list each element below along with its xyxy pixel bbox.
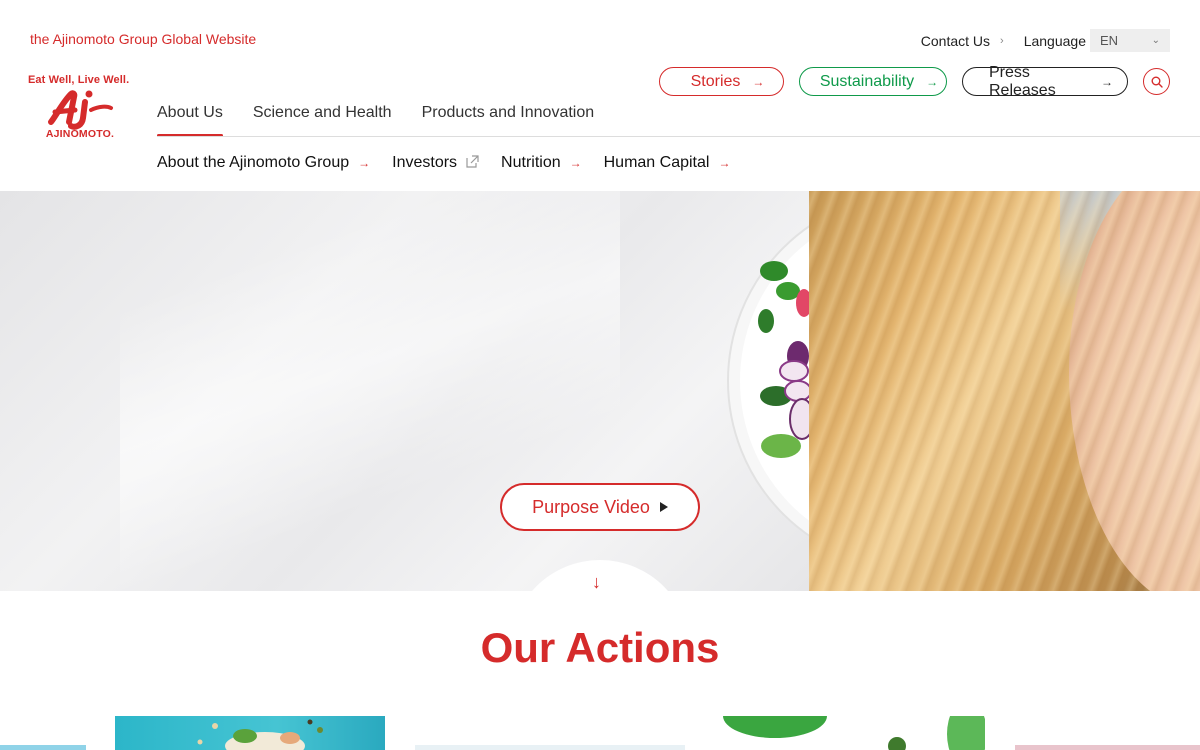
subnav-label: About the Ajinomoto Group [157, 154, 350, 171]
play-icon [659, 502, 668, 512]
site-header: the Ajinomoto Group Global Website Conta… [0, 0, 1200, 190]
subnav-item-investors[interactable]: Investors [392, 154, 479, 172]
greens-image [723, 716, 985, 750]
logo-brand: AJINOMOTO. [45, 128, 115, 140]
actions-carousel [0, 716, 1200, 750]
stories-label: Stories [690, 72, 741, 90]
sustainability-label: Sustainability [819, 72, 915, 90]
search-button[interactable] [1143, 68, 1170, 95]
hair-texture [809, 191, 1200, 591]
subnav-label: Nutrition [501, 154, 561, 171]
action-card[interactable] [115, 716, 385, 750]
action-card[interactable] [415, 745, 685, 750]
subnav-item-nutrition[interactable]: Nutrition → [501, 154, 582, 172]
press-releases-label: Press Releases [989, 63, 1056, 99]
arrow-right-icon: → [752, 74, 765, 89]
sustainability-button[interactable]: Sustainability → [799, 67, 947, 96]
arrow-right-icon: → [358, 156, 371, 170]
external-link-icon [466, 155, 479, 171]
marble-streak [120, 191, 620, 591]
stories-button[interactable]: Stories → [659, 67, 784, 96]
contact-us-label: Contact Us [920, 32, 991, 49]
purpose-video-label: Purpose Video [532, 496, 650, 517]
arrow-right-icon: → [926, 74, 939, 89]
nav-divider [157, 136, 1200, 137]
aj-logo-mark-icon [48, 90, 113, 130]
ajinomoto-logo[interactable]: Eat Well, Live Well. AJINOMOTO. [28, 74, 132, 150]
utility-nav: Contact Us › Language EN ⌄ [921, 29, 1170, 52]
main-nav: About Us Science and Health Products and… [157, 104, 594, 137]
nav-item-science-and-health[interactable]: Science and Health [253, 104, 392, 137]
subnav-item-human-capital[interactable]: Human Capital → [604, 154, 731, 172]
language-value: EN [1100, 33, 1119, 48]
nav-item-products-and-innovation[interactable]: Products and Innovation [422, 104, 595, 137]
arrow-down-icon[interactable]: ↓ [592, 572, 601, 593]
chevron-down-icon: ⌄ [1151, 35, 1160, 46]
hero-banner: Purpose Video [0, 191, 1200, 591]
subnav-label: Investors [392, 154, 458, 171]
action-card[interactable] [715, 716, 985, 750]
hero-portrait-image [809, 191, 1200, 591]
subnav-label: Human Capital [603, 154, 710, 171]
search-icon [1151, 76, 1163, 88]
language-select[interactable]: EN ⌄ [1090, 29, 1170, 52]
contact-us-link[interactable]: Contact Us › [921, 33, 1004, 49]
press-releases-button[interactable]: Press Releases → [962, 64, 1128, 99]
sub-nav: About the Ajinomoto Group → Investors Nu… [157, 154, 730, 172]
action-card[interactable] [0, 745, 86, 750]
logo-tagline: Eat Well, Live Well. [28, 74, 130, 86]
arrow-right-icon: → [1101, 74, 1113, 89]
purpose-video-button[interactable]: Purpose Video [500, 483, 700, 531]
action-card[interactable] [1015, 745, 1200, 750]
language-label: Language [1023, 32, 1086, 49]
nav-item-about-us[interactable]: About Us [157, 104, 223, 137]
section-title: Our Actions [480, 624, 720, 671]
chevron-right-icon: › [1000, 34, 1004, 47]
hero-marble-background [0, 191, 809, 591]
arrow-right-icon: → [718, 156, 731, 170]
subnav-item-about-the-group[interactable]: About the Ajinomoto Group → [157, 154, 370, 172]
global-website-link[interactable]: the Ajinomoto Group Global Website [30, 31, 256, 47]
arrow-right-icon: → [569, 156, 582, 170]
quick-links: Stories → Sustainability → Press Release… [659, 64, 1170, 99]
food-image [197, 719, 323, 750]
